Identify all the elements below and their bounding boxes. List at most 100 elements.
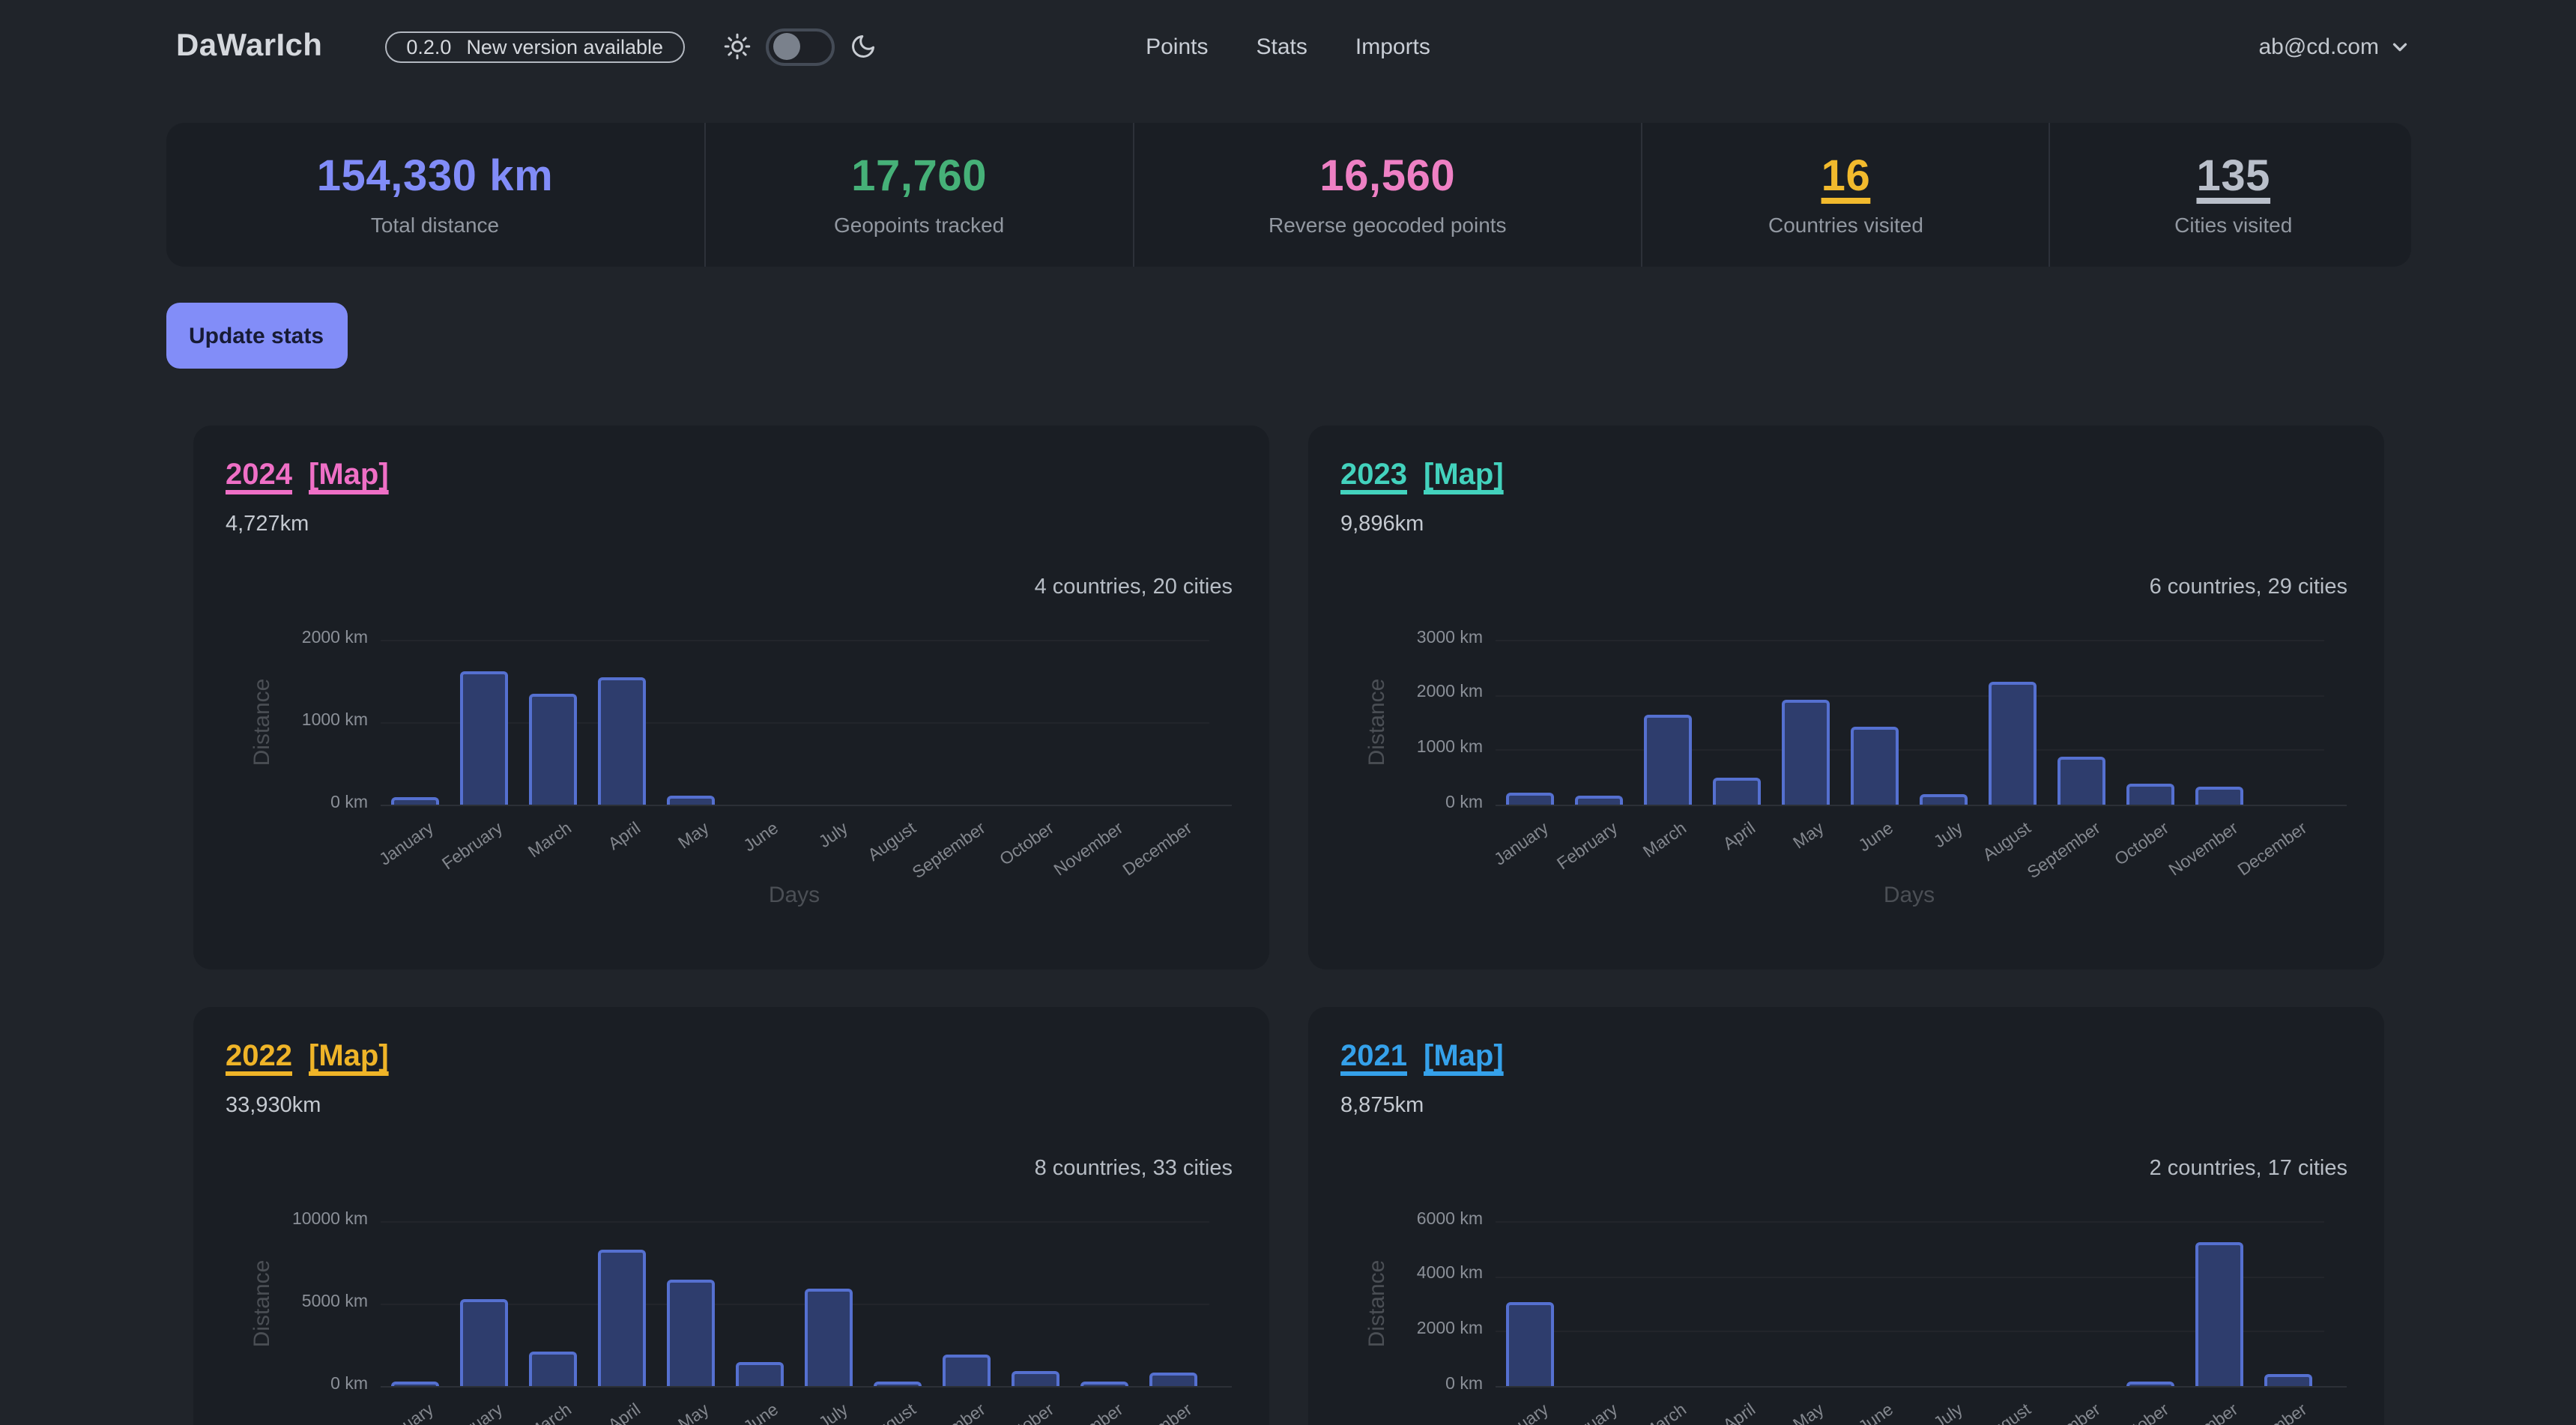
bar-october[interactable] bbox=[2127, 784, 2175, 805]
y-tick-label: 1000 km bbox=[1333, 739, 1483, 757]
plot-area bbox=[1495, 640, 2323, 805]
x-tick-label-july: July bbox=[1931, 1401, 1966, 1425]
year-link-2021[interactable]: 2021 bbox=[1340, 1040, 1407, 1074]
bar-july[interactable] bbox=[805, 1288, 853, 1386]
map-link-2021[interactable]: [Map] bbox=[1424, 1040, 1504, 1074]
year-card-2021: 2021[Map]8,875km2 countries, 17 citiesDi… bbox=[1307, 1007, 2383, 1425]
bar-march[interactable] bbox=[528, 1352, 576, 1386]
x-tick-label-june: June bbox=[741, 820, 782, 856]
bar-april[interactable] bbox=[1713, 777, 1761, 805]
user-menu[interactable]: ab@cd.com bbox=[2258, 34, 2410, 59]
version-badge[interactable]: 0.2.0 New version available bbox=[385, 31, 684, 62]
nav-stats[interactable]: Stats bbox=[1257, 34, 1307, 59]
bar-september[interactable] bbox=[943, 1355, 991, 1386]
bar-november[interactable] bbox=[2196, 1242, 2244, 1387]
x-tick-label-may: May bbox=[676, 1401, 713, 1425]
plot-area bbox=[380, 1221, 1209, 1386]
bar-february[interactable] bbox=[459, 1298, 507, 1386]
bar-march[interactable] bbox=[528, 694, 576, 805]
bar-april[interactable] bbox=[598, 677, 646, 805]
y-tick-label: 4000 km bbox=[1333, 1265, 1483, 1283]
x-tick-label-june: June bbox=[1856, 820, 1897, 856]
year-link-2024[interactable]: 2024 bbox=[226, 459, 292, 493]
bar-may[interactable] bbox=[667, 1279, 715, 1386]
stat-label-countries-visited: Countries visited bbox=[1768, 213, 1923, 237]
nav-points[interactable]: Points bbox=[1146, 34, 1208, 59]
stat-value-geopoints-tracked: 17,760 bbox=[851, 153, 987, 202]
x-tick-label-july: July bbox=[816, 820, 851, 852]
x-tick-label-april: April bbox=[605, 820, 644, 854]
x-tick-label-november: November bbox=[1052, 820, 1128, 880]
bar-january[interactable] bbox=[390, 796, 438, 805]
user-email: ab@cd.com bbox=[2258, 34, 2379, 59]
chevron-down-icon bbox=[2388, 35, 2410, 58]
card-title-2021: 2021 [Map] bbox=[1340, 1040, 1504, 1074]
moon-icon bbox=[849, 33, 876, 60]
x-axis-title: Days bbox=[1495, 883, 2323, 908]
bar-june[interactable] bbox=[1851, 727, 1899, 805]
x-tick-label-march: March bbox=[1640, 820, 1690, 862]
bar-december[interactable] bbox=[2265, 1374, 2313, 1386]
bar-march[interactable] bbox=[1643, 714, 1691, 805]
stat-total-distance: 154,330 km Total distance bbox=[166, 123, 706, 267]
bar-may[interactable] bbox=[667, 796, 715, 805]
map-link-2024[interactable]: [Map] bbox=[309, 459, 389, 493]
bar-october[interactable] bbox=[2127, 1382, 2175, 1386]
y-tick-label: 0 km bbox=[218, 1375, 368, 1393]
update-stats-button[interactable]: Update stats bbox=[166, 303, 347, 369]
x-tick-label-september: September bbox=[910, 1401, 989, 1425]
x-tick-label-september: September bbox=[2025, 1401, 2104, 1425]
year-link-2022[interactable]: 2022 bbox=[226, 1040, 292, 1074]
map-link-2023[interactable]: [Map] bbox=[1424, 459, 1504, 493]
nav-imports[interactable]: Imports bbox=[1355, 34, 1430, 59]
bar-january[interactable] bbox=[390, 1382, 438, 1386]
x-tick-label-december: December bbox=[2236, 1401, 2312, 1425]
y-tick-label: 2000 km bbox=[1333, 683, 1483, 701]
bar-june[interactable] bbox=[736, 1362, 784, 1386]
y-tick-label: 1000 km bbox=[218, 711, 368, 729]
x-axis-line bbox=[1495, 805, 2346, 806]
x-tick-label-february: February bbox=[439, 820, 506, 874]
x-tick-label-january: January bbox=[1491, 820, 1552, 870]
y-tick-label: 0 km bbox=[1333, 793, 1483, 811]
y-tick-label: 2000 km bbox=[218, 629, 368, 647]
stat-value-cities-visited[interactable]: 135 bbox=[2196, 153, 2270, 202]
bar-september[interactable] bbox=[2058, 757, 2105, 805]
bar-december[interactable] bbox=[1150, 1372, 1198, 1386]
bar-july[interactable] bbox=[1920, 795, 1968, 805]
version-number: 0.2.0 bbox=[406, 35, 451, 58]
year-card-2022: 2022[Map]33,930km8 countries, 33 citiesD… bbox=[193, 1007, 1269, 1425]
bar-february[interactable] bbox=[459, 671, 507, 805]
map-link-2022[interactable]: [Map] bbox=[309, 1040, 389, 1074]
bar-august[interactable] bbox=[874, 1382, 922, 1386]
bar-october[interactable] bbox=[1012, 1371, 1060, 1386]
stat-value-countries-visited[interactable]: 16 bbox=[1821, 153, 1871, 202]
y-tick-label: 6000 km bbox=[1333, 1210, 1483, 1228]
y-tick-label: 10000 km bbox=[218, 1210, 368, 1228]
x-tick-label-july: July bbox=[816, 1401, 851, 1425]
bar-january[interactable] bbox=[1505, 1302, 1553, 1386]
bar-august[interactable] bbox=[1989, 681, 2037, 805]
x-tick-label-december: December bbox=[1121, 820, 1197, 880]
y-tick-label: 3000 km bbox=[1333, 629, 1483, 647]
x-tick-label-march: March bbox=[1640, 1401, 1690, 1425]
year-link-2023[interactable]: 2023 bbox=[1340, 459, 1407, 493]
bar-may[interactable] bbox=[1782, 701, 1830, 805]
theme-toggle[interactable] bbox=[765, 28, 834, 65]
stat-value-total-distance: 154,330 km bbox=[317, 153, 554, 202]
x-tick-label-february: February bbox=[1554, 1401, 1621, 1425]
main-nav: Points Stats Imports bbox=[1146, 34, 1430, 59]
x-axis-line bbox=[380, 1386, 1231, 1388]
stat-label-total-distance: Total distance bbox=[371, 213, 499, 237]
x-tick-label-december: December bbox=[2236, 820, 2312, 880]
year-total-distance: 9,896km bbox=[1340, 512, 1424, 536]
x-tick-label-january: January bbox=[1491, 1401, 1552, 1425]
bar-april[interactable] bbox=[598, 1249, 646, 1386]
bar-november[interactable] bbox=[1081, 1381, 1129, 1386]
bar-february[interactable] bbox=[1574, 795, 1622, 805]
x-axis-title: Days bbox=[380, 883, 1209, 908]
bar-november[interactable] bbox=[2196, 786, 2244, 805]
x-tick-label-october: October bbox=[2113, 820, 2174, 870]
stat-reverse-geocoded-points: 16,560Reverse geocoded points bbox=[1134, 123, 1642, 267]
bar-january[interactable] bbox=[1505, 792, 1553, 805]
